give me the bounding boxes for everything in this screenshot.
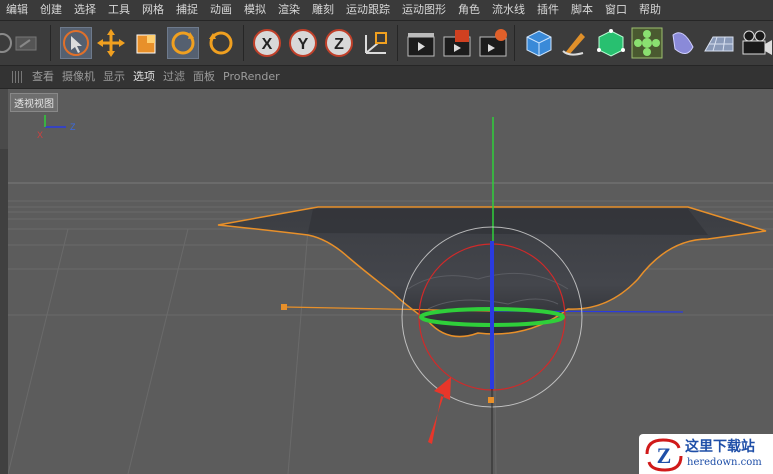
rotate-icon[interactable] — [167, 27, 199, 59]
render-view-icon[interactable] — [405, 27, 437, 59]
panel-grip-icon[interactable] — [12, 71, 24, 83]
y-axis-lock-icon[interactable]: Y — [287, 27, 319, 59]
menu-item-0[interactable]: 编辑 — [0, 0, 34, 20]
world-axis-indicator: Z X — [37, 115, 76, 140]
main-toolbar: X Y Z — [0, 21, 773, 66]
view-menu-item-1[interactable]: 摄像机 — [62, 66, 103, 88]
menu-item-3[interactable]: 工具 — [102, 0, 136, 20]
menu-item-7[interactable]: 模拟 — [238, 0, 272, 20]
menu-item-12[interactable]: 角色 — [452, 0, 486, 20]
menu-item-9[interactable]: 雕刻 — [306, 0, 340, 20]
menu-item-13[interactable]: 流水线 — [486, 0, 531, 20]
watermark-url: heredown.com — [687, 457, 762, 468]
view-menu-item-5[interactable]: 面板 — [193, 66, 223, 88]
y-axis-letter: Y — [298, 36, 309, 53]
z-axis-lock-icon[interactable]: Z — [323, 27, 355, 59]
x-axis-lock-icon[interactable]: X — [251, 27, 283, 59]
viewport-menu-bar: 查看 摄像机 显示 选项 过滤 面板 ProRender — [0, 66, 773, 89]
render-settings-icon[interactable] — [477, 27, 509, 59]
perspective-viewport[interactable]: Z X 透视视图 — [8, 89, 773, 474]
z-axis-letter: Z — [334, 36, 344, 53]
x-axis-handle-knob — [281, 304, 287, 310]
cube-icon[interactable] — [523, 27, 555, 59]
menu-item-5[interactable]: 捕捉 — [170, 0, 204, 20]
coordinate-system-icon[interactable] — [360, 27, 392, 59]
menu-item-11[interactable]: 运动图形 — [396, 0, 452, 20]
menu-item-10[interactable]: 运动跟踪 — [340, 0, 396, 20]
menu-item-1[interactable]: 创建 — [34, 0, 68, 20]
view-menu-item-4[interactable]: 过滤 — [163, 66, 193, 88]
axis-z-label: Z — [70, 122, 76, 132]
view-menu-item-3[interactable]: 选项 — [133, 66, 163, 88]
scale-icon[interactable] — [131, 27, 163, 59]
move-icon[interactable] — [95, 27, 127, 59]
axis-x-label: X — [37, 130, 43, 140]
cloner-icon[interactable] — [631, 27, 663, 59]
deformer-icon[interactable] — [667, 27, 699, 59]
subdivision-icon[interactable] — [595, 27, 627, 59]
floor-icon[interactable] — [703, 27, 735, 59]
menu-item-6[interactable]: 动画 — [204, 0, 238, 20]
menu-item-4[interactable]: 网格 — [136, 0, 170, 20]
select-arrow-icon[interactable] — [60, 27, 92, 59]
menu-bar: 编辑 创建 选择 工具 网格 捕捉 动画 模拟 渲染 雕刻 运动跟踪 运动图形 角色 流水线 插件 脚本 窗口帮… — [0, 0, 773, 21]
view-menu-item-0[interactable]: 查看 — [32, 66, 62, 88]
render-picture-viewer-icon[interactable] — [441, 27, 473, 59]
menu-item-8[interactable]: 渲染 — [272, 0, 306, 20]
recent-tool-icon[interactable] — [205, 27, 237, 59]
menu-item-2[interactable]: 选择 — [68, 0, 102, 20]
viewport-name-label: 透视视图 — [10, 93, 58, 112]
x-axis-letter: X — [262, 36, 273, 53]
menu-item-17[interactable]: 帮助 — [633, 0, 667, 20]
watermark-title: 这里下载站 — [685, 439, 755, 455]
view-menu-item-6[interactable]: ProRender — [223, 66, 288, 88]
annotation-arrow-icon — [428, 377, 451, 444]
view-menu-item-2[interactable]: 显示 — [103, 66, 133, 88]
menu-item-15[interactable]: 脚本 — [565, 0, 599, 20]
menu-item-16[interactable]: 窗口 — [599, 0, 633, 20]
viewport-scene: Z X — [8, 115, 773, 474]
watermark-logo-icon: Z — [645, 438, 683, 472]
undo-icon[interactable] — [0, 27, 40, 59]
menu-item-14[interactable]: 插件 — [531, 0, 565, 20]
watermark: Z 这里下载站 heredown.com — [639, 434, 773, 474]
pen-spline-icon[interactable] — [559, 27, 591, 59]
left-palette-handle[interactable] — [0, 89, 8, 149]
camera-icon[interactable] — [739, 27, 772, 59]
y-axis-handle-knob — [488, 397, 494, 403]
watermark-logo-letter: Z — [657, 443, 672, 468]
